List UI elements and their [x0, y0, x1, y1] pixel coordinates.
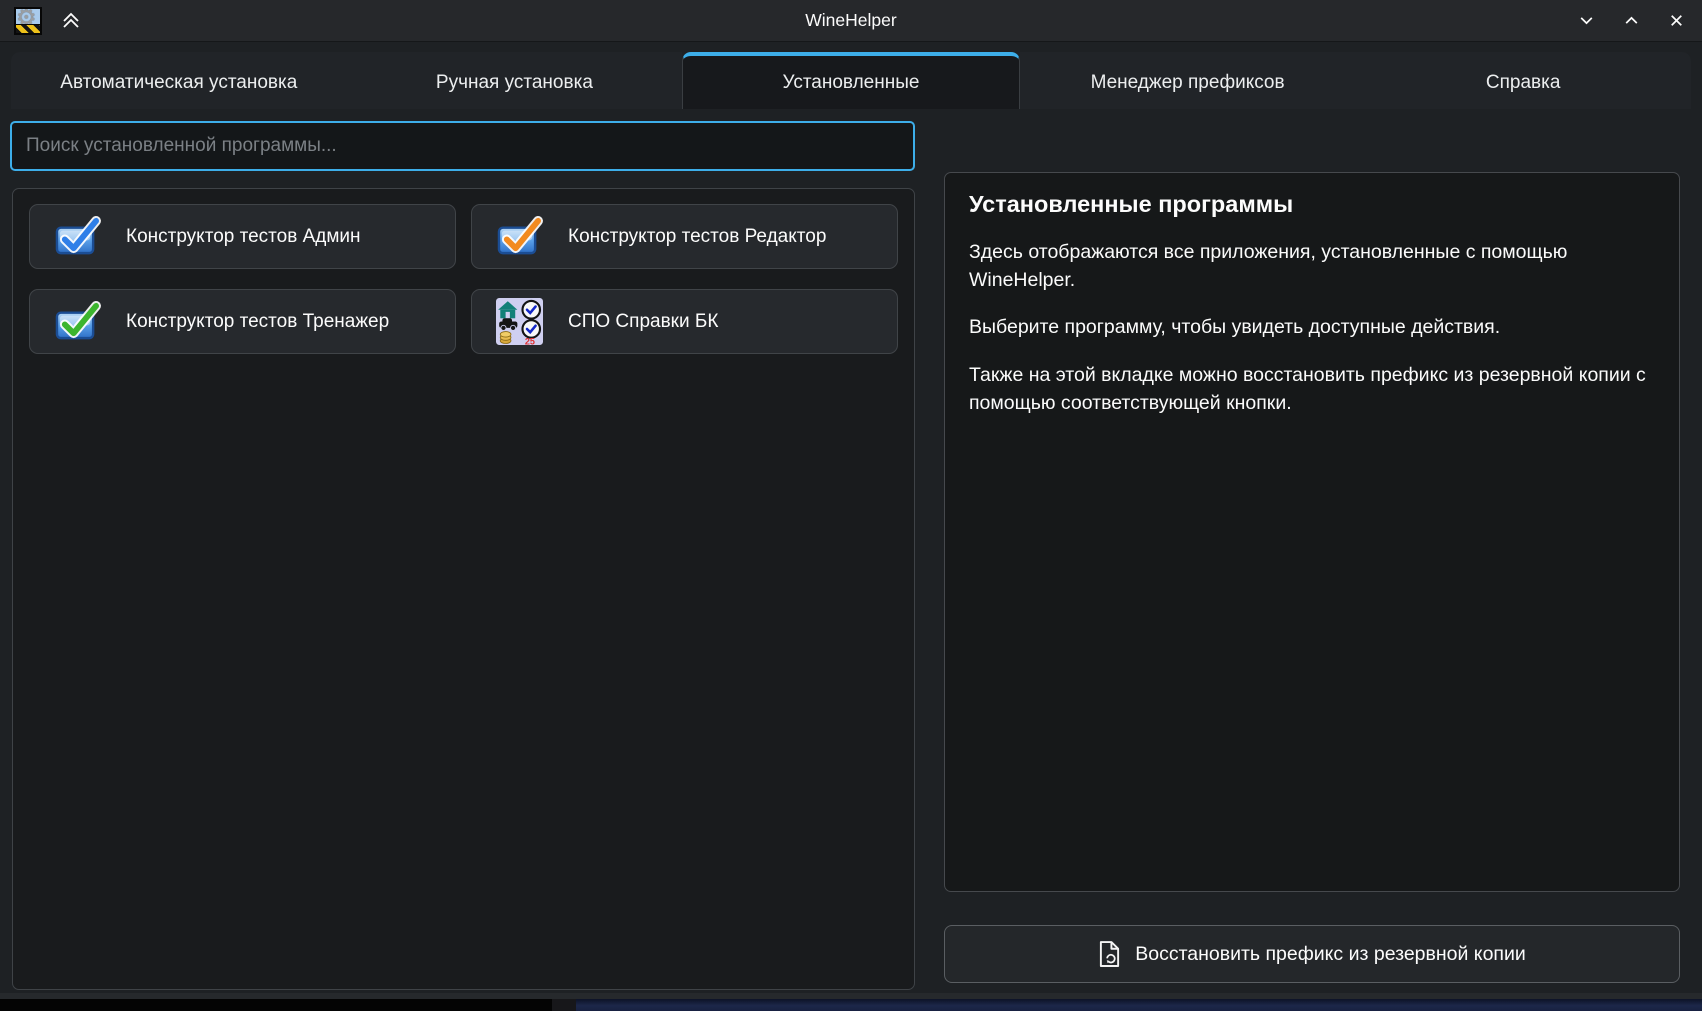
- restore-button-label: Восстановить префикс из резервной копии: [1135, 943, 1526, 966]
- info-paragraph: Также на этой вкладке можно восстановить…: [969, 362, 1655, 417]
- program-card-spo-spravki[interactable]: 25 СПО Справки БК: [471, 289, 898, 354]
- window-title: WineHelper: [0, 10, 1702, 31]
- info-paragraph: Здесь отображаются все приложения, устан…: [969, 239, 1655, 294]
- info-title: Установленные программы: [969, 191, 1655, 218]
- tab-installed[interactable]: Установленные: [682, 52, 1020, 109]
- minimize-chevron-down-icon: [1578, 12, 1595, 29]
- taskbar-segment: [0, 999, 552, 1011]
- close-x-icon: [1668, 12, 1685, 29]
- checkbox-green-check-icon: [54, 300, 101, 343]
- minimize-button[interactable]: [1575, 9, 1598, 32]
- window-controls: [1575, 9, 1688, 32]
- tab-automatic-install[interactable]: Автоматическая установка: [11, 52, 347, 109]
- maximize-button[interactable]: [1620, 9, 1643, 32]
- tab-prefix-manager[interactable]: Менеджер префиксов: [1020, 52, 1356, 109]
- svg-text:25: 25: [525, 336, 535, 345]
- program-card-editor[interactable]: Конструктор тестов Редактор: [471, 204, 898, 269]
- program-name: Конструктор тестов Тренажер: [126, 311, 389, 333]
- tab-manual-install[interactable]: Ручная установка: [347, 52, 683, 109]
- tab-bar: Автоматическая установка Ручная установк…: [11, 52, 1691, 109]
- titlebar: ⚙ WineHelper: [0, 0, 1702, 42]
- checkbox-orange-check-icon: [496, 215, 543, 258]
- info-paragraph: Выберите программу, чтобы увидеть доступ…: [969, 314, 1655, 342]
- shade-double-chevron-up-icon: [60, 11, 82, 31]
- restore-prefix-button[interactable]: Восстановить префикс из резервной копии: [944, 925, 1680, 983]
- installed-programs-panel: Конструктор тестов Админ Конструктор тес…: [12, 188, 915, 990]
- installed-info-panel: Установленные программы Здесь отображают…: [944, 172, 1680, 892]
- program-card-trainer[interactable]: Конструктор тестов Тренажер: [29, 289, 456, 354]
- spo-spravki-bk-icon: 25: [496, 298, 543, 345]
- close-button[interactable]: [1665, 9, 1688, 32]
- taskbar-segment: [576, 999, 1702, 1011]
- app-gear-hazard-icon: ⚙: [14, 7, 42, 35]
- tab-help[interactable]: Справка: [1355, 52, 1691, 109]
- program-name: Конструктор тестов Админ: [126, 226, 361, 248]
- program-name: Конструктор тестов Редактор: [568, 226, 826, 248]
- program-name: СПО Справки БК: [568, 311, 718, 333]
- taskbar-strip: [0, 999, 1702, 1011]
- checkbox-blue-check-icon: [54, 215, 101, 258]
- shade-window-button[interactable]: [58, 9, 84, 33]
- restore-backup-document-icon: [1098, 940, 1121, 968]
- search-input[interactable]: [10, 121, 915, 171]
- maximize-chevron-up-icon: [1623, 12, 1640, 29]
- taskbar-segment: [552, 999, 576, 1011]
- program-card-admin[interactable]: Конструктор тестов Админ: [29, 204, 456, 269]
